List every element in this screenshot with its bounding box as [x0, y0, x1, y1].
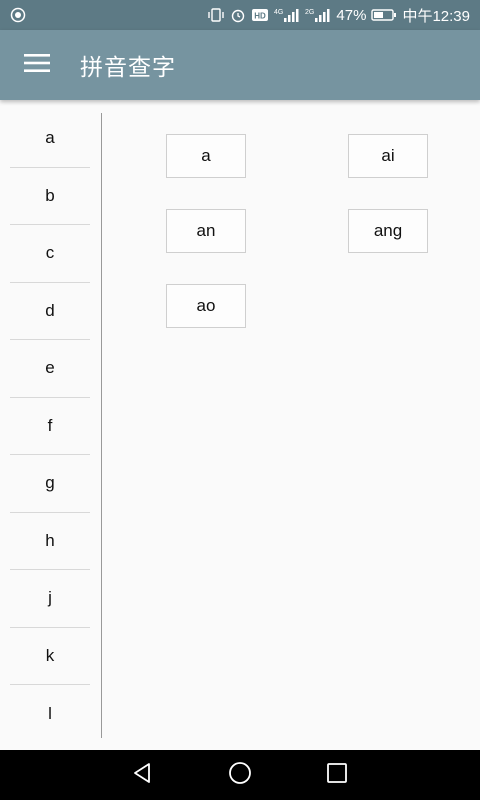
letter-item-e[interactable]: e: [10, 340, 90, 398]
alarm-icon: [230, 7, 246, 23]
back-icon: [132, 762, 154, 788]
signal-icon: 2G: [305, 7, 331, 23]
app-toolbar: 拼音查字: [0, 30, 480, 100]
home-button[interactable]: [220, 755, 260, 795]
home-icon: [228, 761, 252, 789]
recents-icon: [326, 763, 347, 787]
hd-icon: HD: [251, 8, 269, 22]
pinyin-button-ao[interactable]: ao: [166, 284, 246, 328]
menu-button[interactable]: [0, 30, 80, 100]
back-button[interactable]: [123, 755, 163, 795]
letter-item-a[interactable]: a: [10, 110, 90, 168]
network-label: 4G: [274, 9, 283, 16]
battery-percent: 47%: [336, 6, 367, 24]
pinyin-button-ai[interactable]: ai: [348, 134, 428, 178]
pinyin-button-an[interactable]: an: [166, 209, 246, 253]
letter-item-g[interactable]: g: [10, 455, 90, 513]
recents-button[interactable]: [317, 755, 357, 795]
battery-icon: [371, 8, 397, 22]
network2-label: 2G: [305, 9, 314, 16]
letter-list[interactable]: a b c d e f g h j k l: [10, 110, 90, 743]
main-content: a b c d e f g h j k l a ai an ang ao: [0, 100, 480, 750]
list-divider: [101, 113, 102, 738]
letter-item-f[interactable]: f: [10, 398, 90, 455]
letter-item-d[interactable]: d: [10, 283, 90, 340]
signal-icon: 4G: [274, 7, 300, 23]
letter-item-c[interactable]: c: [10, 225, 90, 283]
letter-item-h[interactable]: h: [10, 513, 90, 570]
letter-item-l[interactable]: l: [10, 685, 90, 743]
pinyin-button-a[interactable]: a: [166, 134, 246, 178]
notification-icon: [10, 7, 26, 23]
clock: 中午12:39: [402, 7, 470, 25]
letter-item-k[interactable]: k: [10, 628, 90, 685]
vibrate-icon: [207, 7, 225, 23]
svg-text:HD: HD: [255, 12, 267, 21]
pinyin-button-ang[interactable]: ang: [348, 209, 428, 253]
menu-icon: [24, 53, 50, 77]
letter-item-b[interactable]: b: [10, 168, 90, 225]
letter-item-j[interactable]: j: [10, 570, 90, 628]
page-title: 拼音查字: [80, 55, 176, 81]
system-nav-bar: [0, 750, 480, 800]
status-bar: HD 4G 2G 47% 中午12:39: [0, 0, 480, 30]
